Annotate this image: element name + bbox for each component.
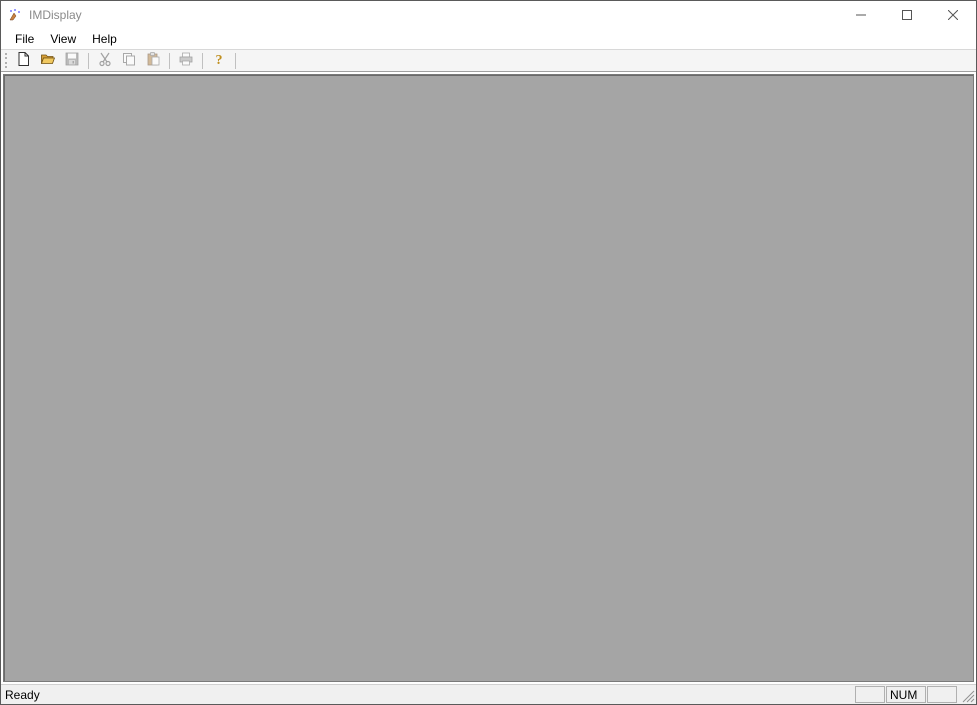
client-border bbox=[1, 72, 976, 684]
toolbar-separator bbox=[202, 53, 203, 69]
menu-bar: File View Help bbox=[1, 29, 976, 49]
paste-icon bbox=[145, 51, 161, 70]
status-cell-scrl bbox=[927, 686, 957, 703]
title-bar: IMDisplay bbox=[1, 1, 976, 29]
status-bar: Ready NUM bbox=[1, 684, 976, 704]
open-folder-icon bbox=[40, 51, 56, 70]
new-file-icon bbox=[16, 51, 32, 70]
help-icon: ? bbox=[211, 51, 227, 70]
app-icon bbox=[7, 7, 23, 23]
toolbar: ? bbox=[1, 49, 976, 72]
cut-icon bbox=[97, 51, 113, 70]
client-area bbox=[3, 74, 974, 682]
save-button[interactable] bbox=[61, 51, 83, 71]
svg-text:?: ? bbox=[216, 53, 223, 67]
status-cell-num: NUM bbox=[886, 686, 926, 703]
app-window: IMDisplay File View Help bbox=[0, 0, 977, 705]
print-icon bbox=[178, 51, 194, 70]
open-button[interactable] bbox=[37, 51, 59, 71]
close-button[interactable] bbox=[930, 1, 976, 29]
toolbar-separator bbox=[169, 53, 170, 69]
copy-icon bbox=[121, 51, 137, 70]
toolbar-separator bbox=[88, 53, 89, 69]
toolbar-grip[interactable] bbox=[5, 52, 9, 70]
minimize-button[interactable] bbox=[838, 1, 884, 29]
copy-button[interactable] bbox=[118, 51, 140, 71]
maximize-button[interactable] bbox=[884, 1, 930, 29]
menu-file[interactable]: File bbox=[7, 30, 42, 48]
status-cell-caps bbox=[855, 686, 885, 703]
help-button[interactable]: ? bbox=[208, 51, 230, 71]
resize-grip[interactable] bbox=[958, 686, 976, 704]
menu-help[interactable]: Help bbox=[84, 30, 125, 48]
cut-button[interactable] bbox=[94, 51, 116, 71]
toolbar-separator bbox=[235, 53, 236, 69]
new-button[interactable] bbox=[13, 51, 35, 71]
menu-view[interactable]: View bbox=[42, 30, 84, 48]
print-button[interactable] bbox=[175, 51, 197, 71]
save-icon bbox=[64, 51, 80, 70]
window-controls bbox=[838, 1, 976, 29]
status-text: Ready bbox=[1, 688, 855, 702]
window-title: IMDisplay bbox=[29, 8, 82, 22]
paste-button[interactable] bbox=[142, 51, 164, 71]
